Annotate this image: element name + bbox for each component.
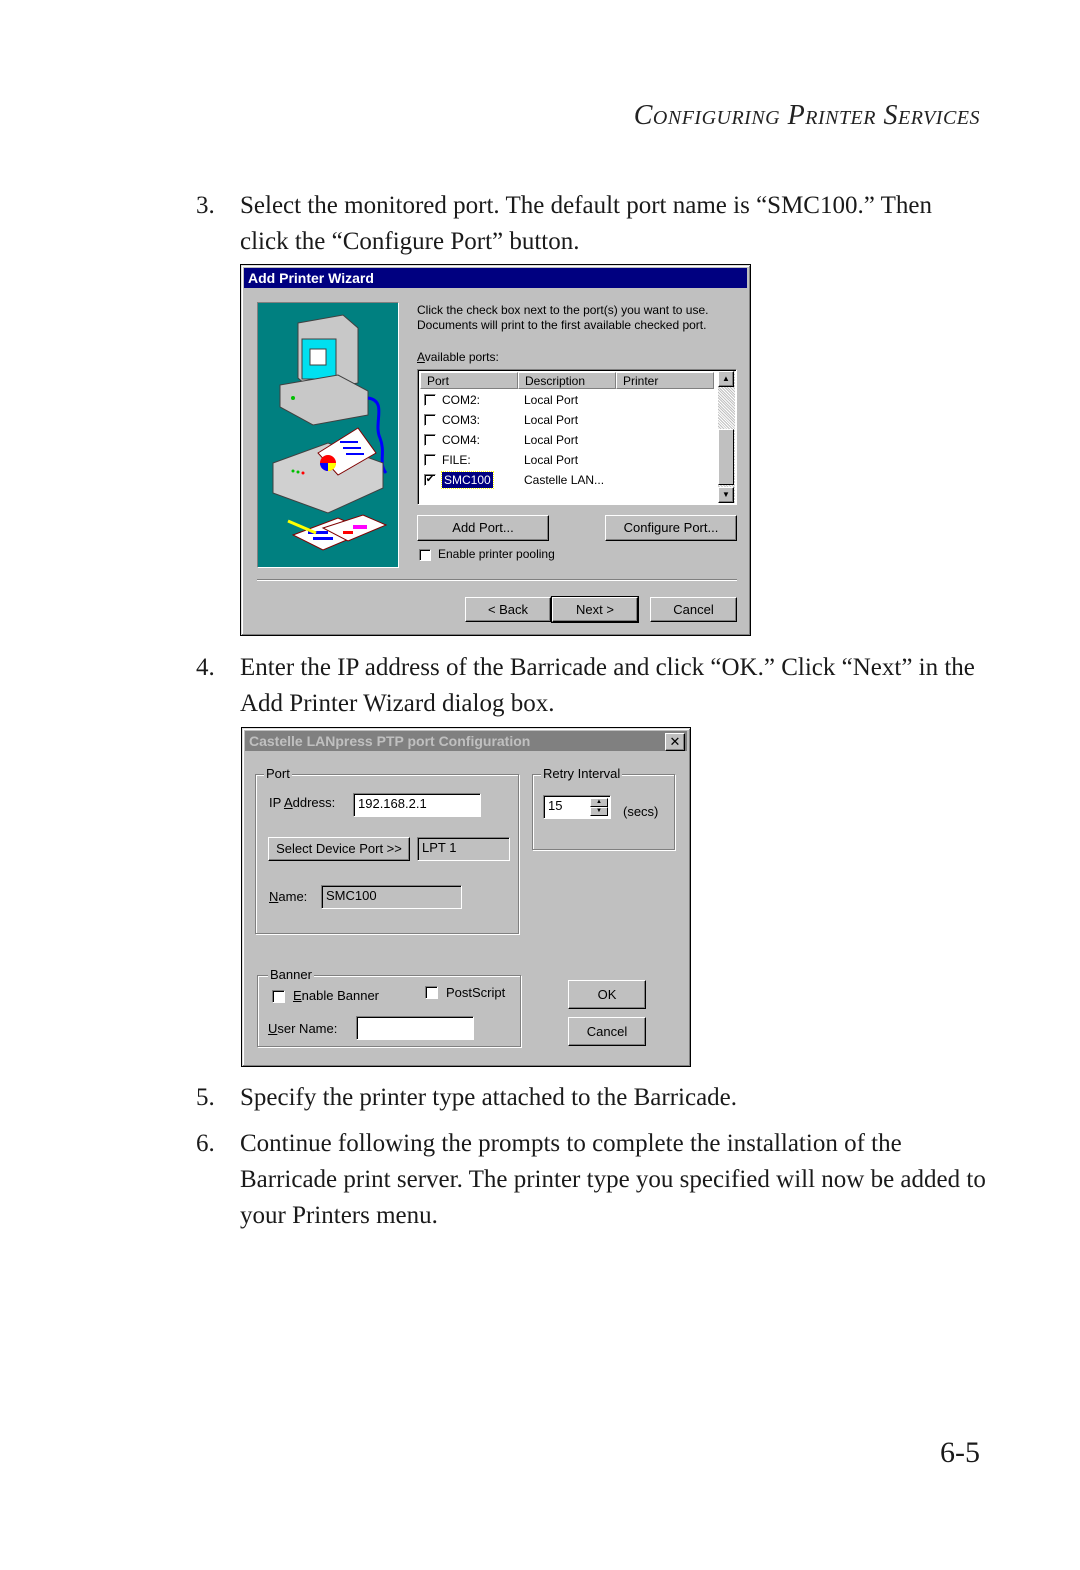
port-name: COM2: [442,393,481,407]
wizard-instruction-1: Click the check box next to the port(s) … [417,303,709,317]
configure-port-button[interactable]: Configure Port... [605,515,737,541]
postscript-checkbox[interactable] [425,986,438,999]
computer-printer-icon [272,314,388,551]
user-name-input[interactable] [356,1016,474,1040]
wizard-instruction-2: Documents will print to the first availa… [417,318,707,332]
port-row-com3[interactable]: COM3: Local Port [422,410,712,430]
step-number: 3. [196,192,215,219]
port-checkbox[interactable] [424,454,436,466]
config-titlebar[interactable]: Castelle LANpress PTP port Configuration [245,731,687,751]
name-field: SMC100 [321,885,462,909]
step-3: 3. Select the monitored port. The defaul… [196,188,986,260]
port-description: Castelle LAN... [524,473,605,487]
port-description: Local Port [524,453,579,467]
column-header-printer[interactable]: Printer [616,372,714,389]
user-name-label: User Name: [268,1021,338,1036]
add-port-button[interactable]: Add Port... [417,515,549,541]
retry-interval-spinner[interactable]: 15 ▲ ▼ [543,795,611,819]
port-checkbox[interactable] [424,394,436,406]
port-configuration-dialog: Castelle LANpress PTP port Configuration… [241,727,691,1067]
close-button[interactable]: ✕ [665,733,685,751]
step-number: 5. [196,1084,215,1111]
step-text: Enter the IP address of the Barricade an… [240,654,975,717]
port-name: SMC100 [441,471,494,489]
port-description: Local Port [524,413,579,427]
port-checkbox-checked[interactable]: ✔ [424,474,436,486]
step-5: 5. Specify the printer type attached to … [196,1080,986,1116]
enable-pooling-label[interactable]: Enable printer pooling [438,547,555,561]
port-checkbox[interactable] [424,414,436,426]
ip-address-input[interactable]: 192.168.2.1 [353,793,481,817]
port-row-smc100[interactable]: ✔ SMC100 Castelle LAN... [422,470,712,490]
port-row-com2[interactable]: COM2: Local Port [422,390,712,410]
retry-unit-label: (secs) [623,804,659,819]
step-number: 6. [196,1130,215,1157]
scroll-thumb[interactable] [718,429,734,485]
port-name: COM3: [442,413,481,427]
scroll-down-button[interactable]: ▼ [718,487,734,503]
name-label: Name: [269,889,308,904]
port-description: Local Port [524,433,579,447]
wizard-illustration [257,302,399,568]
available-ports-label: Available ports: [417,350,499,364]
port-group-label: Port [264,766,292,781]
step-4: 4. Enter the IP address of the Barricade… [196,650,986,722]
column-header-port[interactable]: Port [420,372,518,389]
divider [257,579,737,581]
port-row-com4[interactable]: COM4: Local Port [422,430,712,450]
ports-scrollbar[interactable]: ▲ ▼ [718,371,735,503]
step-text: Specify the printer type attached to the… [240,1084,738,1111]
enable-banner-label[interactable]: Enable Banner [293,988,379,1003]
config-cancel-button[interactable]: Cancel [568,1017,646,1046]
next-button[interactable]: Next > [551,596,639,623]
ok-button[interactable]: OK [568,980,646,1009]
retry-value: 15 [548,798,563,813]
enable-pooling-checkbox[interactable] [419,549,431,561]
step-number: 4. [196,654,215,681]
step-6: 6. Continue following the prompts to com… [196,1126,986,1234]
banner-group-label: Banner [268,967,314,982]
port-name: FILE: [442,453,471,467]
close-icon: ✕ [669,734,681,749]
port-description: Local Port [524,393,579,407]
add-printer-wizard-dialog: Add Printer Wizard Click the check box n… [240,264,751,636]
port-checkbox[interactable] [424,434,436,446]
enable-banner-checkbox[interactable] [272,990,285,1003]
scroll-up-button[interactable]: ▲ [718,371,734,387]
running-head: Configuring Printer Services [633,100,980,131]
back-button[interactable]: < Back [465,597,551,622]
step-text: Continue following the prompts to comple… [240,1130,986,1229]
port-name: COM4: [442,433,481,447]
spinner-down-button[interactable]: ▼ [590,807,608,816]
step-text: Select the monitored port. The default p… [240,192,932,255]
postscript-label[interactable]: PostScript [446,985,505,1000]
page-number: 6-5 [940,1436,980,1469]
cancel-button[interactable]: Cancel [650,597,737,622]
port-row-file[interactable]: FILE: Local Port [422,450,712,470]
spinner-up-button[interactable]: ▲ [590,798,608,807]
column-header-description[interactable]: Description [518,372,616,389]
retry-interval-label: Retry Interval [541,766,623,781]
select-device-port-button[interactable]: Select Device Port >> [268,837,410,861]
ports-list[interactable]: Port Description Printer COM2: Local Por… [417,369,737,505]
wizard-titlebar[interactable]: Add Printer Wizard [244,268,747,288]
ip-address-label: IP Address: [269,795,336,810]
device-port-field: LPT 1 [417,837,510,861]
